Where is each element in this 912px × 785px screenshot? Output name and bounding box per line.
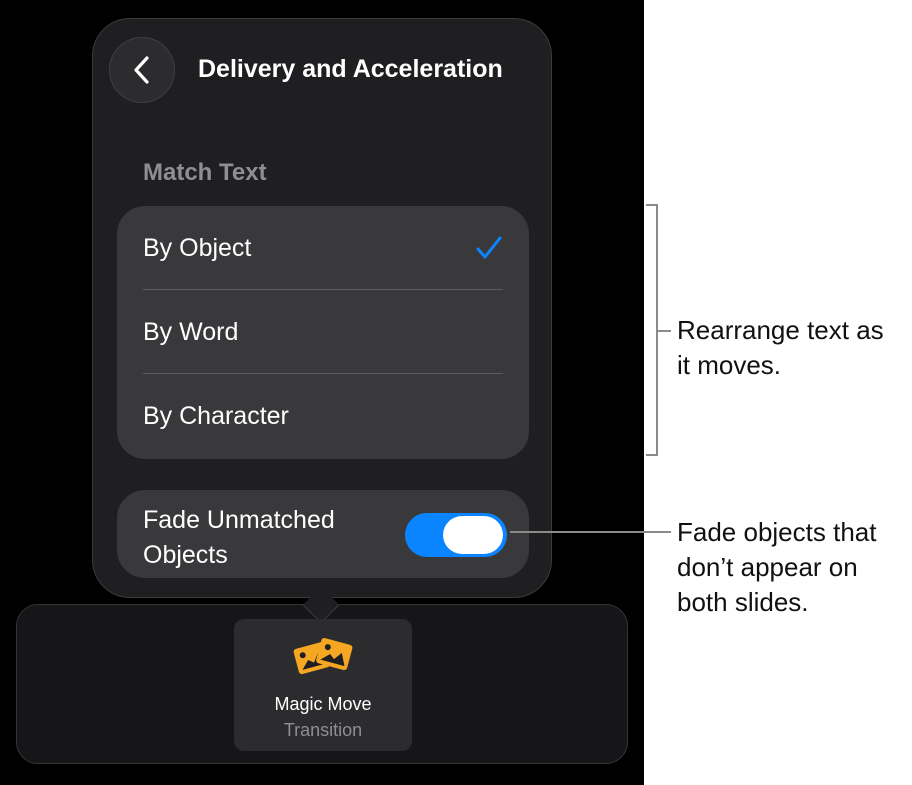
- popover-title: Delivery and Acceleration: [198, 55, 503, 83]
- ipad-screen: Delivery and Acceleration Match Text By …: [0, 0, 671, 785]
- option-label: By Word: [143, 317, 239, 346]
- fade-callout: Fade objects that don’t appear on both s…: [677, 517, 877, 617]
- option-label: By Object: [143, 233, 252, 262]
- fade-unmatched-row: Fade Unmatched Objects: [117, 490, 529, 578]
- switch-knob: [443, 516, 503, 554]
- chevron-left-icon: [134, 56, 149, 84]
- option-label: By Character: [143, 401, 289, 430]
- match-text-callout: Rearrange text as it moves.: [677, 315, 884, 380]
- match-text-heading: Match Text: [143, 159, 267, 186]
- transition-subtitle: Transition: [283, 720, 363, 740]
- magic-move-icon: [293, 638, 353, 675]
- fade-unmatched-label: Fade Unmatched Objects: [143, 506, 335, 569]
- option-by-word[interactable]: By Word: [143, 290, 503, 374]
- checkmark-icon: [476, 236, 502, 259]
- magic-move-tile[interactable]: Magic Move Transition: [234, 619, 412, 751]
- transition-name: Magic Move: [274, 694, 372, 714]
- option-by-object[interactable]: By Object: [143, 206, 503, 290]
- delivery-popover: Delivery and Acceleration Match Text By …: [92, 18, 552, 598]
- fade-unmatched-switch[interactable]: [405, 513, 507, 557]
- back-button[interactable]: [109, 37, 175, 103]
- fade-callout-line: [510, 531, 671, 533]
- match-text-list: By Object By Word By Character: [117, 206, 529, 459]
- option-by-character[interactable]: By Character: [143, 374, 503, 458]
- bracket-leader: [657, 330, 671, 332]
